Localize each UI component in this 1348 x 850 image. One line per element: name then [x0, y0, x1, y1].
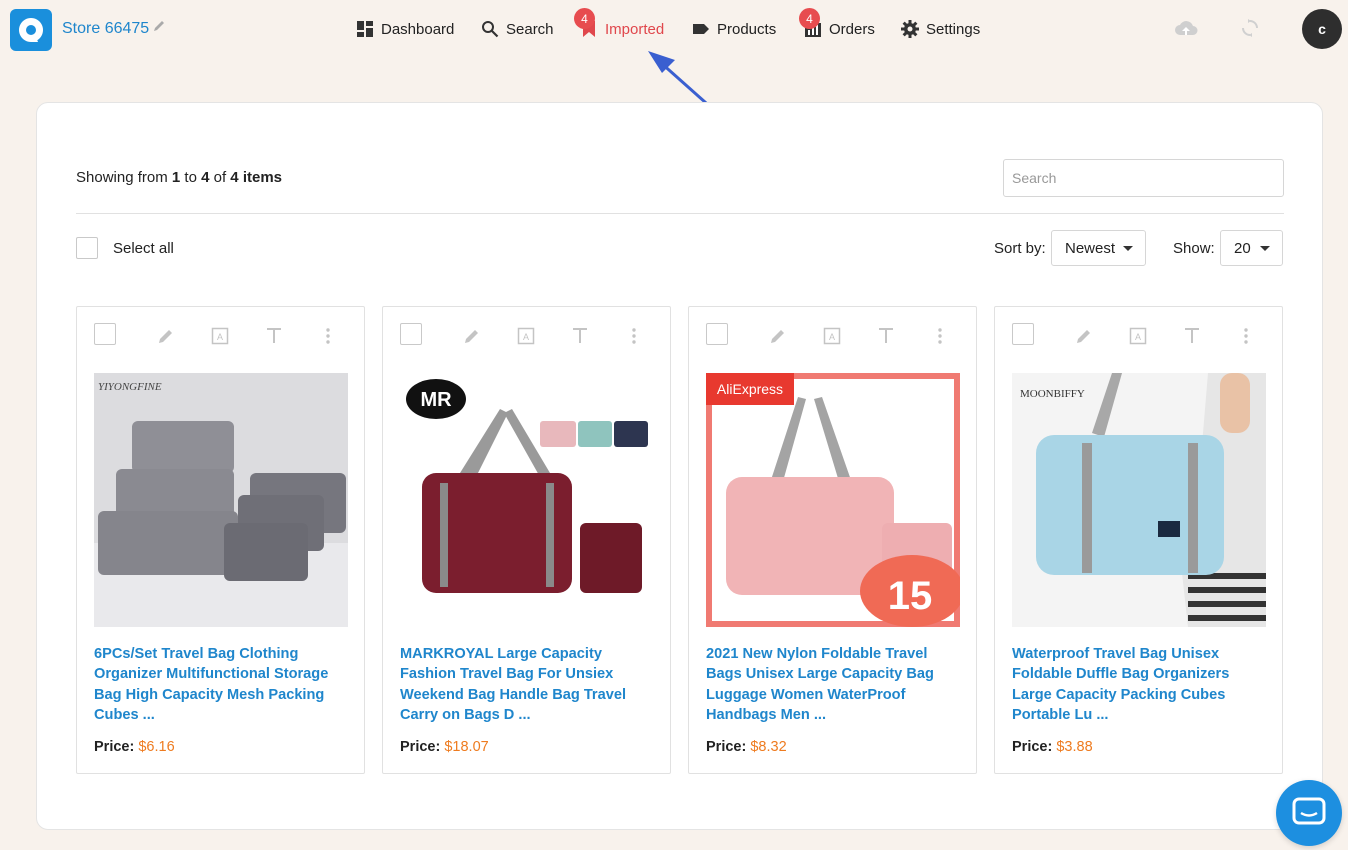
user-avatar[interactable]: c: [1302, 9, 1342, 49]
showing-summary: Showing from 1 to 4 of 4 items: [76, 169, 282, 186]
product-price: Price: $6.16: [94, 739, 175, 755]
tag-icon: [693, 24, 709, 34]
nav-products[interactable]: Products: [692, 20, 776, 38]
select-all-checkbox[interactable]: [76, 237, 98, 259]
store-name[interactable]: Store 66475: [62, 20, 149, 38]
move-top-icon[interactable]: [1182, 326, 1202, 346]
top-navbar: Store 66475 Dashboard Search Imported 4 …: [0, 0, 1348, 62]
move-top-icon[interactable]: [876, 326, 896, 346]
brand-text: MOONBIFFY: [1020, 388, 1085, 400]
product-checkbox[interactable]: [1012, 323, 1034, 345]
product-checkbox[interactable]: [706, 323, 728, 345]
imported-products-panel: Showing from 1 to 4 of 4 items Select al…: [36, 102, 1323, 830]
move-top-icon[interactable]: [264, 326, 284, 346]
app-logo[interactable]: [10, 9, 52, 51]
product-checkbox[interactable]: [400, 323, 422, 345]
product-card: A AliExpress 15 2021 New Nylon Foldable …: [688, 306, 977, 774]
product-image[interactable]: YIYONGFINE: [94, 373, 348, 627]
pencil-icon[interactable]: [1074, 326, 1094, 346]
svg-text:A: A: [523, 332, 529, 342]
caret-down-icon: [1260, 246, 1270, 251]
orders-count-badge: 4: [799, 8, 820, 29]
caret-down-icon: [1123, 246, 1133, 251]
svg-text:A: A: [217, 332, 223, 342]
svg-text:A: A: [829, 332, 835, 342]
search-icon: [482, 21, 499, 38]
product-price: Price: $18.07: [400, 739, 489, 755]
chat-launcher-button[interactable]: [1276, 780, 1342, 846]
resize-text-icon[interactable]: A: [822, 326, 842, 346]
product-price: Price: $3.88: [1012, 739, 1093, 755]
sort-by-label: Sort by:: [994, 240, 1046, 257]
resize-text-icon[interactable]: A: [516, 326, 536, 346]
chat-icon: [1292, 797, 1326, 825]
more-options-icon[interactable]: [930, 326, 950, 346]
nav-imported-label: Imported: [605, 20, 665, 38]
nav-search[interactable]: Search: [481, 20, 554, 38]
brand-text: AliExpress: [717, 381, 783, 397]
product-title-link[interactable]: Waterproof Travel Bag Unisex Foldable Du…: [1012, 644, 1262, 726]
product-checkbox[interactable]: [94, 323, 116, 345]
product-card: A MR MARKROYAL Large Capacity Fashion Tr…: [382, 306, 671, 774]
nav-orders-label: Orders: [829, 20, 875, 38]
resize-text-icon[interactable]: A: [210, 326, 230, 346]
more-options-icon[interactable]: [318, 326, 338, 346]
move-top-icon[interactable]: [570, 326, 590, 346]
product-card: A YIYONGFINE 6PCs/Set Travel Bag Clothin…: [76, 306, 365, 774]
product-card: A MOONBIFFY Waterproof Travel Bag Unisex…: [994, 306, 1283, 774]
dashboard-icon: [357, 21, 373, 37]
show-value: 20: [1234, 239, 1251, 257]
resize-text-icon[interactable]: A: [1128, 326, 1148, 346]
sort-value: Newest: [1065, 239, 1116, 257]
nav-products-label: Products: [717, 20, 777, 38]
imported-count-badge: 4: [574, 8, 595, 29]
product-image[interactable]: MR: [400, 373, 654, 627]
search-input[interactable]: [1003, 159, 1284, 197]
nav-imported[interactable]: Imported 4: [574, 8, 665, 38]
svg-text:15: 15: [888, 574, 933, 618]
pencil-icon[interactable]: [768, 326, 788, 346]
product-title-link[interactable]: MARKROYAL Large Capacity Fashion Travel …: [400, 644, 650, 726]
nav-dashboard[interactable]: Dashboard: [356, 20, 454, 38]
product-image[interactable]: MOONBIFFY: [1012, 373, 1266, 627]
nav-settings-label: Settings: [926, 20, 981, 38]
svg-text:A: A: [1135, 332, 1141, 342]
select-all-label[interactable]: Select all: [113, 240, 174, 257]
product-image[interactable]: AliExpress 15: [706, 373, 960, 627]
product-price: Price: $8.32: [706, 739, 787, 755]
show-count-dropdown[interactable]: 20: [1220, 230, 1283, 266]
more-options-icon[interactable]: [624, 326, 644, 346]
brand-text: MR: [420, 389, 452, 411]
show-label: Show:: [1173, 240, 1215, 257]
brand-text: YIYONGFINE: [98, 381, 162, 393]
edit-store-icon[interactable]: [152, 19, 166, 33]
nav-search-label: Search: [506, 20, 554, 38]
gear-icon: [901, 20, 919, 38]
more-options-icon[interactable]: [1236, 326, 1256, 346]
product-title-link[interactable]: 6PCs/Set Travel Bag Clothing Organizer M…: [94, 644, 344, 726]
pencil-icon[interactable]: [462, 326, 482, 346]
nav-orders[interactable]: Orders 4: [799, 8, 875, 38]
logo-icon: [19, 18, 44, 42]
cloud-upload-icon[interactable]: [1174, 17, 1198, 39]
divider: [76, 213, 1284, 214]
product-title-link[interactable]: 2021 New Nylon Foldable Travel Bags Unis…: [706, 644, 956, 726]
nav-dashboard-label: Dashboard: [381, 20, 455, 38]
pencil-icon[interactable]: [156, 326, 176, 346]
sort-dropdown[interactable]: Newest: [1051, 230, 1146, 266]
nav-settings[interactable]: Settings: [901, 20, 980, 38]
sync-icon[interactable]: [1240, 18, 1260, 38]
